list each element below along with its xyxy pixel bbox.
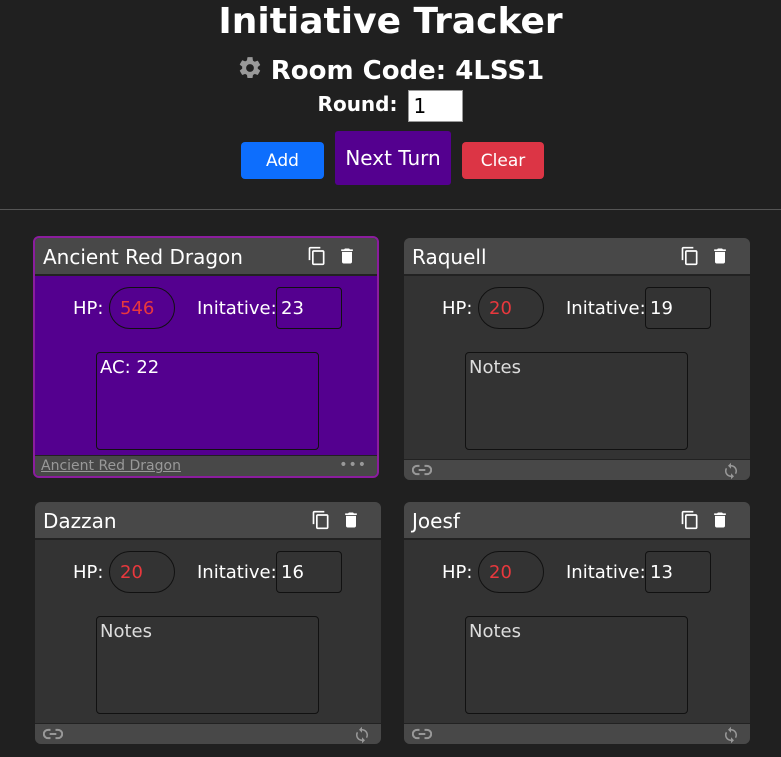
hp-input[interactable]: 546 — [109, 287, 175, 329]
add-button[interactable]: Add — [241, 142, 324, 179]
initiative-input[interactable]: 16 — [276, 551, 342, 593]
combatant-card: Joesf HP: 20 Initative: 13 Notes — [404, 502, 750, 744]
notes-field[interactable]: Notes — [465, 352, 688, 450]
combatant-name[interactable]: Ancient Red Dragon — [43, 244, 243, 270]
footer-link[interactable]: Ancient Red Dragon — [41, 456, 181, 476]
gear-icon[interactable] — [237, 55, 263, 81]
initiative-input[interactable]: 13 — [645, 551, 711, 593]
card-footer — [404, 459, 750, 480]
hp-label: HP: — [73, 298, 104, 319]
hp-input[interactable]: 20 — [109, 551, 175, 593]
trash-icon[interactable] — [341, 509, 361, 531]
initiative-input[interactable]: 23 — [276, 287, 342, 329]
combatant-name[interactable]: Raquell — [412, 244, 487, 270]
copy-icon[interactable] — [311, 509, 331, 531]
combatant-card: Dazzan HP: 20 Initative: 16 Notes — [35, 502, 381, 744]
combatant-card: Ancient Red Dragon HP: 546 Initative: 23… — [33, 236, 379, 478]
more-icon[interactable]: ••• — [339, 458, 367, 472]
round-row: Round: — [0, 89, 781, 122]
room-code: Room Code: 4LSS1 — [270, 56, 545, 86]
clear-button[interactable]: Clear — [462, 142, 544, 179]
initiative-label: Initative: — [197, 562, 277, 583]
app-title: Initiative Tracker — [218, 1, 563, 42]
initiative-label: Initative: — [197, 298, 277, 319]
combatant-name[interactable]: Dazzan — [43, 508, 117, 534]
initiative-label: Initative: — [566, 562, 646, 583]
copy-icon[interactable] — [307, 245, 327, 267]
card-footer: Ancient Red Dragon ••• — [35, 455, 377, 476]
card-footer — [35, 723, 381, 744]
hp-label: HP: — [73, 562, 104, 583]
combatant-name[interactable]: Joesf — [412, 508, 460, 534]
round-input[interactable] — [408, 89, 464, 122]
card-header: Ancient Red Dragon — [35, 238, 377, 276]
hp-label: HP: — [442, 298, 473, 319]
hp-input[interactable]: 20 — [478, 551, 544, 593]
initiative-input[interactable]: 19 — [645, 287, 711, 329]
sync-icon[interactable] — [722, 462, 740, 480]
sync-icon[interactable] — [722, 726, 740, 744]
trash-icon[interactable] — [337, 245, 357, 267]
link-icon[interactable] — [412, 463, 432, 477]
copy-icon[interactable] — [680, 509, 700, 531]
link-icon[interactable] — [412, 727, 432, 741]
notes-field[interactable]: Notes — [96, 616, 319, 714]
header: Initiative Tracker Room Code: 4LSS1 Roun… — [0, 0, 781, 210]
hp-label: HP: — [442, 562, 473, 583]
trash-icon[interactable] — [710, 509, 730, 531]
room-row: Room Code: 4LSS1 — [0, 55, 781, 87]
next-turn-button[interactable]: Next Turn — [335, 131, 451, 185]
card-footer — [404, 723, 750, 744]
notes-field[interactable]: AC: 22 — [96, 352, 319, 450]
copy-icon[interactable] — [680, 245, 700, 267]
card-header: Raquell — [404, 238, 750, 276]
card-header: Dazzan — [35, 502, 381, 540]
notes-field[interactable]: Notes — [465, 616, 688, 714]
trash-icon[interactable] — [710, 245, 730, 267]
initiative-label: Initative: — [566, 298, 646, 319]
card-header: Joesf — [404, 502, 750, 540]
combatant-card: Raquell HP: 20 Initative: 19 Notes — [404, 238, 750, 480]
round-label: Round: — [317, 92, 398, 116]
sync-icon[interactable] — [353, 726, 371, 744]
link-icon[interactable] — [43, 727, 63, 741]
hp-input[interactable]: 20 — [478, 287, 544, 329]
